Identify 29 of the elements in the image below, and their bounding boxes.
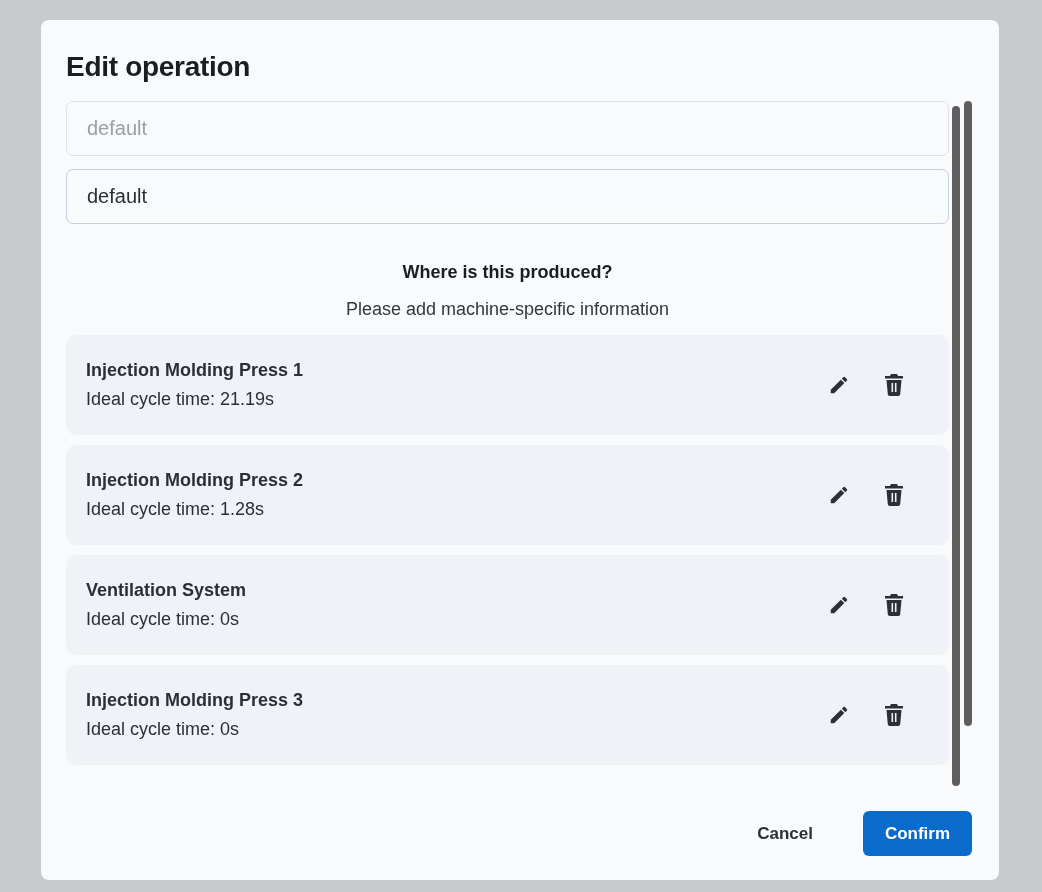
trash-icon — [884, 374, 904, 396]
scrollbar-thumb[interactable] — [952, 106, 960, 786]
pencil-icon — [828, 374, 850, 396]
cycle-time: Ideal cycle time: 21.19s — [86, 389, 276, 410]
machine-name: Injection Molding Press 1 — [86, 360, 305, 381]
machine-name: Ventilation System — [86, 580, 248, 601]
section-subtitle: Please add machine-specific information — [344, 299, 671, 320]
cycle-time: Ideal cycle time: 1.28s — [86, 499, 266, 520]
confirm-button[interactable]: Confirm — [863, 811, 972, 856]
scrollbar-thumb[interactable] — [964, 101, 972, 726]
trash-icon — [884, 484, 904, 506]
delete-button[interactable] — [882, 593, 906, 617]
trash-icon — [884, 594, 904, 616]
cycle-time: Ideal cycle time: 0s — [86, 609, 241, 630]
machine-name: Injection Molding Press 3 — [86, 690, 305, 711]
delete-button[interactable] — [882, 483, 906, 507]
trash-icon — [884, 704, 904, 726]
delete-button[interactable] — [882, 703, 906, 727]
pencil-icon — [828, 704, 850, 726]
machine-name: Injection Molding Press 2 — [86, 470, 305, 491]
cancel-button[interactable]: Cancel — [737, 811, 833, 856]
dialog-title: Edit operation — [66, 51, 252, 83]
pencil-icon — [828, 484, 850, 506]
text-field[interactable]: default — [66, 101, 949, 156]
pencil-icon — [828, 594, 850, 616]
delete-button[interactable] — [882, 373, 906, 397]
cycle-time: Ideal cycle time: 0s — [86, 719, 241, 740]
section-heading: Where is this produced? — [401, 262, 614, 283]
text-field[interactable]: default — [66, 169, 949, 224]
